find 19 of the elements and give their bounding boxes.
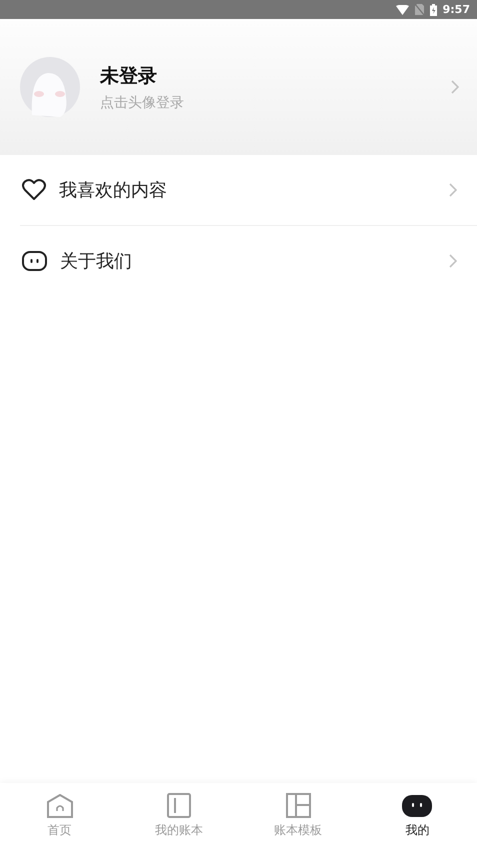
avatar-icon[interactable] [20,57,80,117]
face-icon [22,251,47,271]
wifi-icon [396,4,409,14]
menu-item[interactable]: 关于我们 [20,225,477,296]
face-icon [402,794,432,818]
nav-tab[interactable]: 我的 [358,783,477,849]
home-icon [46,794,73,818]
battery-icon [430,4,437,16]
chevron-icon [449,254,457,268]
login-hint: 点击头像登录 [100,94,185,112]
chevron-icon [449,183,457,197]
login-status: 未登录 [100,64,158,88]
layout-icon [286,793,311,818]
no-sim-icon [414,4,424,15]
heart-icon [22,179,46,201]
menu-item[interactable]: 我喜欢的内容 [0,155,477,225]
book-icon [166,793,191,818]
chevron-icon [451,80,459,94]
status-time: 9:57 [442,3,470,16]
